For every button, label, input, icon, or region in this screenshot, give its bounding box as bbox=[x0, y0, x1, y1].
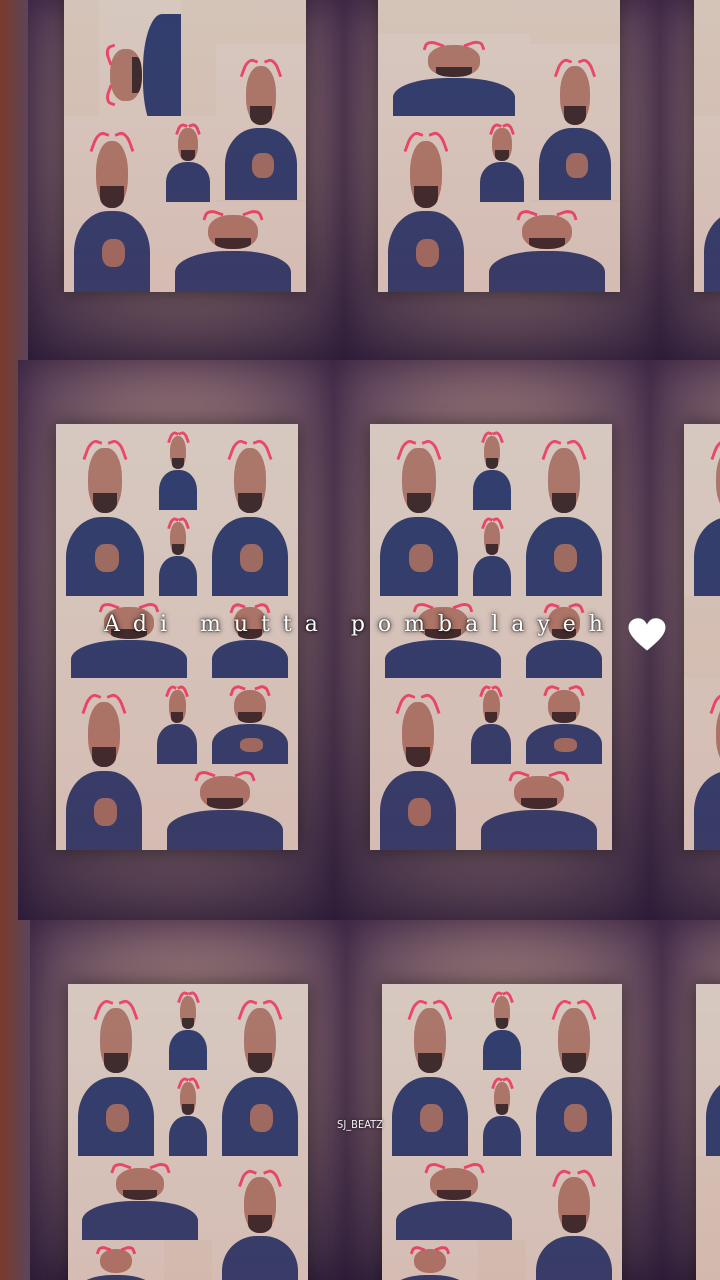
tile-row-bottom bbox=[0, 920, 720, 1280]
photo-collage bbox=[68, 984, 308, 1280]
tile-row-middle bbox=[0, 360, 720, 920]
lyric-caption: Adi mutta pombalayeh bbox=[104, 612, 616, 637]
photo-collage bbox=[382, 984, 622, 1280]
heart-icon bbox=[628, 618, 666, 652]
tile-row-top bbox=[0, 0, 720, 360]
photo-collage bbox=[694, 0, 720, 292]
photo-collage bbox=[684, 424, 720, 850]
photo-collage bbox=[64, 0, 306, 292]
photo-collage bbox=[56, 424, 298, 850]
creator-watermark: SJ_BEATZ bbox=[337, 1118, 383, 1131]
video-frame: Adi mutta pombalayeh SJ_BEATZ bbox=[0, 0, 720, 1280]
photo-collage bbox=[696, 984, 720, 1280]
photo-collage bbox=[378, 0, 620, 292]
photo-collage bbox=[370, 424, 612, 850]
